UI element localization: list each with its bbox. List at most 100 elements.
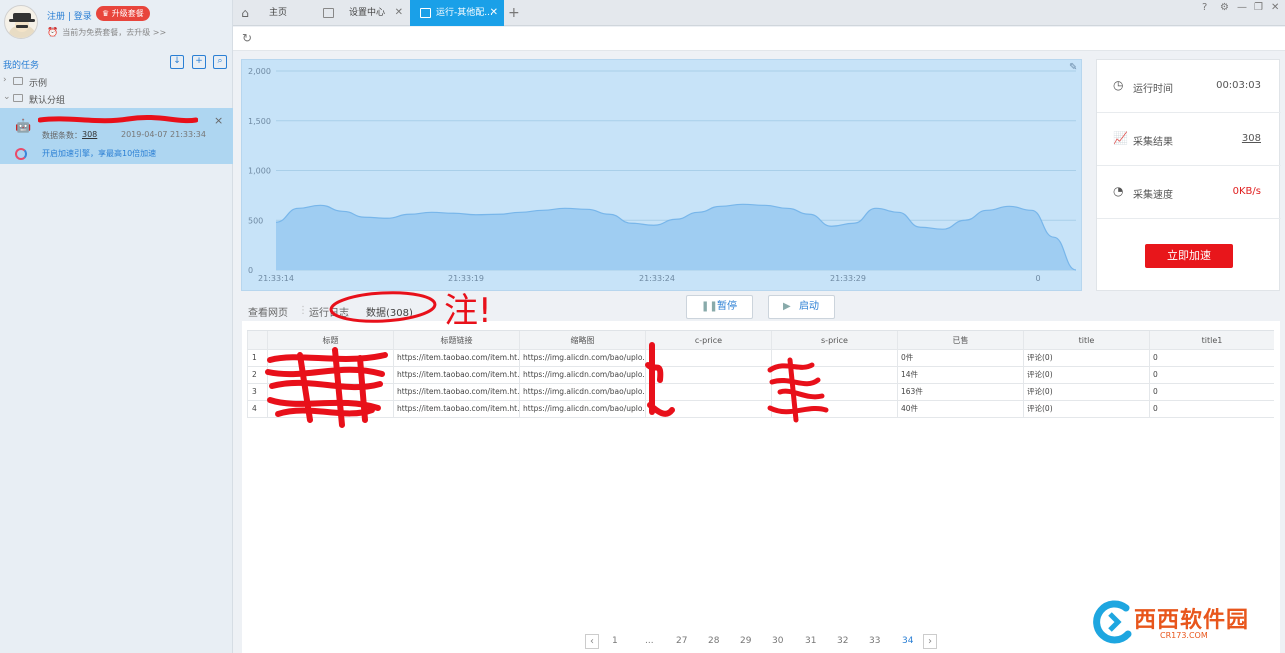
column-header[interactable]: s-price xyxy=(771,331,897,349)
app-window: 注册 | 登录 ♛ 升级套餐 ⏰ 当前为免费套餐，去升级 >> 我的任务 ↓ + … xyxy=(0,0,1285,653)
watermark-subtitle: CR173.COM xyxy=(1160,631,1208,640)
speed-row: ◔ 采集速度 0KB/s xyxy=(1097,166,1281,219)
speed-chart: 2,000 1,500 1,000 500 0 21:33:14 21:33:19 21:33… xyxy=(241,59,1082,291)
table-cell: 40件 xyxy=(897,401,1023,417)
page-number[interactable]: 1 xyxy=(612,636,618,646)
prev-page-icon[interactable]: ‹ xyxy=(585,634,599,649)
maximize-icon[interactable]: ❐ xyxy=(1254,2,1263,13)
page-icon xyxy=(420,8,431,18)
speed-label: 采集速度 xyxy=(1133,190,1173,201)
import-icon[interactable]: ↓ xyxy=(170,55,184,69)
stats-panel: ◷ 运行时间 00:03:03 📈 采集结果 308 ◔ 采集速度 0KB/s … xyxy=(1096,59,1281,291)
table-cell: 0 xyxy=(1149,367,1274,383)
home-icon[interactable]: ⌂ xyxy=(233,0,257,26)
column-header[interactable]: 已售 xyxy=(897,331,1023,349)
table-row[interactable]: 3 https://item.taobao.com/item.ht... https… xyxy=(247,384,1274,401)
table-cell xyxy=(267,401,393,417)
avatar[interactable] xyxy=(4,5,38,39)
table-cell xyxy=(771,350,897,366)
table-row[interactable]: 2 https://item.taobao.com/item.ht... https… xyxy=(247,367,1274,384)
table-cell: 14件 xyxy=(897,367,1023,383)
speed-value: 0KB/s xyxy=(1232,186,1261,197)
column-header[interactable]: 标题链接 xyxy=(393,331,519,349)
page-number[interactable]: 33 xyxy=(869,636,880,646)
login-link[interactable]: 注册 | 登录 xyxy=(47,9,92,22)
table-cell: 0 xyxy=(1149,350,1274,366)
minimize-icon[interactable]: — xyxy=(1237,2,1247,13)
add-task-icon[interactable]: + xyxy=(192,55,206,69)
close-icon[interactable]: ✕ xyxy=(490,0,498,26)
play-icon: ▶ xyxy=(783,301,791,312)
table-cell: 0件 xyxy=(897,350,1023,366)
speedometer-icon: ◔ xyxy=(1113,184,1124,198)
edit-icon[interactable]: ✎ xyxy=(1069,62,1077,73)
x-tick-label: 21:33:19 xyxy=(448,274,484,283)
next-page-icon[interactable]: › xyxy=(923,634,937,649)
refresh-icon[interactable]: ↻ xyxy=(242,32,254,44)
tab-bar: ⌂ 主页 设置中心 ✕ 运行-其他配... ✕ + ? ⚙ — ❐ ✕ xyxy=(233,0,1285,26)
row-index: 4 xyxy=(247,401,267,417)
run-time-label: 运行时间 xyxy=(1133,84,1173,95)
y-tick-label: 1,500 xyxy=(248,117,271,126)
table-cell: https://item.taobao.com/item.ht... xyxy=(393,367,519,383)
page-number[interactable]: 32 xyxy=(837,636,848,646)
accelerate-tip[interactable]: 开启加速引擎，享最高10倍加速 xyxy=(42,148,156,159)
table-cell: 评论(0) xyxy=(1023,401,1149,417)
add-tab-icon[interactable]: + xyxy=(508,0,520,26)
start-label: 启动 xyxy=(799,301,819,312)
alarm-clock-icon: ⏰ xyxy=(47,28,59,38)
page-number[interactable]: 29 xyxy=(740,636,751,646)
upgrade-button[interactable]: ♛ 升级套餐 xyxy=(96,6,150,21)
page-number[interactable]: 27 xyxy=(676,636,687,646)
tab-settings[interactable]: 设置中心 ✕ xyxy=(313,0,409,26)
table-cell: https://item.taobao.com/item.ht... xyxy=(393,384,519,400)
start-button[interactable]: ▶ 启动 xyxy=(768,295,835,319)
close-icon[interactable]: × xyxy=(214,114,223,127)
close-icon[interactable]: ✕ xyxy=(395,0,403,26)
pause-icon: ❚❚ xyxy=(701,301,718,312)
plan-row[interactable]: ⏰ 当前为免费套餐，去升级 >> xyxy=(47,27,166,38)
table-cell: https://item.taobao.com/item.ht... xyxy=(393,350,519,366)
column-header[interactable]: 标题 xyxy=(267,331,393,349)
count-value[interactable]: 308 xyxy=(82,130,97,139)
sidebar-group-default[interactable]: ⌄ 默认分组 xyxy=(0,90,233,106)
table-cell xyxy=(645,367,771,383)
group-label: 示例 xyxy=(29,79,48,89)
toolbar: ↻ xyxy=(233,27,1285,51)
task-item[interactable]: 🤖 数据条数： 308 2019-04-07 21:33:34 × 开启加速引擎… xyxy=(0,108,233,164)
table-cell: https://img.alicdn.com/bao/uplo... xyxy=(519,401,645,417)
column-header[interactable]: c-price xyxy=(645,331,771,349)
results-value[interactable]: 308 xyxy=(1242,133,1261,144)
y-tick-label: 1,000 xyxy=(248,167,271,176)
tab-label: 主页 xyxy=(269,8,288,18)
task-date: 2019-04-07 21:33:34 xyxy=(121,130,206,139)
table-row[interactable]: 1 https://item.taobao.com/item.ht... https… xyxy=(247,350,1274,367)
page-number[interactable]: 31 xyxy=(805,636,816,646)
help-icon[interactable]: ? xyxy=(1202,2,1207,13)
table-cell xyxy=(645,401,771,417)
site-watermark: 西西软件园 CR173.COM xyxy=(1088,600,1266,646)
page-number[interactable]: 34 xyxy=(902,636,913,646)
close-window-icon[interactable]: ✕ xyxy=(1271,2,1279,13)
robot-icon: 🤖 xyxy=(15,119,32,134)
pause-button[interactable]: ❚❚ 暂停 xyxy=(686,295,753,319)
column-header[interactable]: title xyxy=(1023,331,1149,349)
search-task-icon[interactable]: ⌕ xyxy=(213,55,227,69)
sidebar-group-example[interactable]: › 示例 xyxy=(0,73,233,89)
page-number[interactable]: 30 xyxy=(772,636,783,646)
table-row[interactable]: 4 https://item.taobao.com/item.ht... https… xyxy=(247,401,1274,418)
gear-icon[interactable]: ⚙ xyxy=(1220,2,1229,13)
tab-running[interactable]: 运行-其他配... ✕ xyxy=(410,0,504,26)
table-cell xyxy=(645,384,771,400)
boost-button[interactable]: 立即加速 xyxy=(1145,244,1233,268)
page-number[interactable]: 28 xyxy=(708,636,719,646)
table-cell xyxy=(771,401,897,417)
tab-data[interactable]: 数据(308) xyxy=(366,304,413,319)
tab-webpage[interactable]: 查看网页 xyxy=(248,304,288,319)
column-header[interactable]: title1 xyxy=(1149,331,1274,349)
x-tick-label: 21:33:24 xyxy=(639,274,675,283)
table-cell: https://img.alicdn.com/bao/uplo... xyxy=(519,367,645,383)
column-header[interactable]: 缩略图 xyxy=(519,331,645,349)
row-index: 1 xyxy=(247,350,267,366)
tab-log[interactable]: 运行日志 xyxy=(309,304,349,319)
